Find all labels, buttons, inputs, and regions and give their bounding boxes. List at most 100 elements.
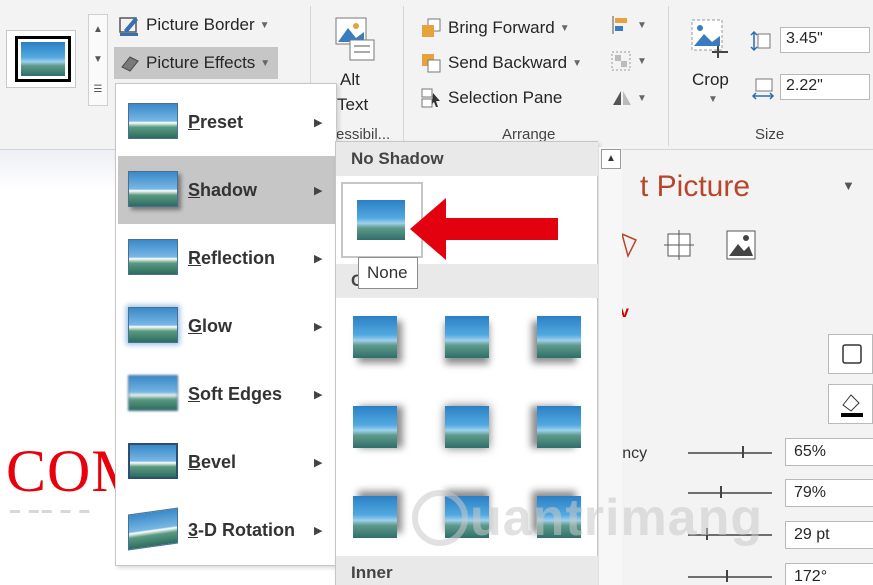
gallery-down-arrow-icon[interactable]: ▼ <box>89 45 107 75</box>
gallery-more-icon[interactable]: ☰ <box>89 75 107 105</box>
menu-item-glow[interactable]: Glow ▶ <box>118 292 335 360</box>
width-input[interactable]: 2.22" <box>780 74 870 100</box>
bring-forward-label: Bring Forward <box>448 18 555 37</box>
fill-line-icon[interactable] <box>620 232 638 263</box>
crop-button-icon-wrap[interactable] <box>688 18 732 62</box>
scroll-up-arrow-icon[interactable]: ▲ <box>601 149 621 169</box>
align-button[interactable]: ▼ <box>610 14 647 36</box>
transparency-slider-thumb[interactable] <box>742 446 744 458</box>
selected-picture-style[interactable] <box>15 36 71 82</box>
menu-item-label: Reflection <box>188 247 276 268</box>
group-button[interactable]: ▼ <box>610 50 647 72</box>
chevron-right-icon: ▶ <box>314 116 323 129</box>
chevron-right-icon: ▶ <box>314 252 323 265</box>
picture-effects-button[interactable]: Picture Effects ▼ <box>114 47 279 79</box>
menu-item-3d-rotation[interactable]: 3-D Rotation ▶ <box>118 496 335 564</box>
height-icon <box>750 28 776 54</box>
menu-item-label: Bevel <box>188 451 237 472</box>
alt-text-icon <box>335 17 375 61</box>
bring-forward-button[interactable]: Bring Forward ▼ <box>420 17 570 39</box>
shadow-outer-preset[interactable] <box>537 316 581 358</box>
crop-icon <box>691 19 728 58</box>
alt-text-label-2: Text <box>337 95 369 114</box>
chevron-right-icon: ▶ <box>314 456 323 469</box>
watermark-text: uantrimang <box>470 489 764 547</box>
angle-input[interactable]: 172° <box>785 563 873 585</box>
transparency-input[interactable]: 65% <box>785 438 873 466</box>
ribbon-divider <box>403 6 404 146</box>
shadow-outer-preset[interactable] <box>445 406 489 448</box>
rotate-button[interactable]: ▼ <box>610 87 647 109</box>
menu-item-label: Soft Edges <box>188 383 283 404</box>
shadow-outer-preset[interactable] <box>353 406 397 448</box>
chevron-down-icon: ▼ <box>259 19 270 31</box>
chevron-down-icon: ▼ <box>637 92 647 104</box>
crop-chevron-down-icon[interactable]: ▼ <box>708 94 718 105</box>
shadow-outer-preset[interactable] <box>353 316 397 358</box>
chevron-down-icon: ▼ <box>559 22 570 34</box>
selection-pane-button[interactable]: Selection Pane <box>420 87 562 109</box>
send-backward-icon <box>422 54 441 73</box>
menu-item-bevel[interactable]: Bevel ▶ <box>118 428 335 496</box>
align-icon <box>612 16 627 34</box>
alt-text-button[interactable] <box>330 12 376 64</box>
selection-pane-icon <box>421 88 440 108</box>
shadow-presets-button[interactable] <box>828 334 873 374</box>
shadow-outer-preset[interactable] <box>353 496 397 538</box>
shadow-square-icon <box>842 344 862 364</box>
picture-border-button[interactable]: Picture Border ▼ <box>118 14 270 36</box>
transparency-slider[interactable] <box>688 452 772 454</box>
menu-item-preset[interactable]: Preset ▶ <box>118 88 335 156</box>
crop-button[interactable]: Crop <box>692 70 729 90</box>
layout-properties-icon[interactable] <box>662 228 696 267</box>
bring-forward-icon <box>422 18 441 37</box>
picture-border-label: Picture Border <box>146 15 255 34</box>
picture-effects-label: Picture Effects <box>146 53 256 72</box>
send-backward-label: Send Backward <box>448 53 568 72</box>
picture-border-icon <box>119 17 138 36</box>
menu-item-reflection[interactable]: Reflection ▶ <box>118 224 335 292</box>
alt-text-label-1: Alt <box>340 70 360 89</box>
menu-item-soft-edges[interactable]: Soft Edges ▶ <box>118 360 335 428</box>
height-input[interactable]: 3.45" <box>780 27 870 53</box>
chevron-right-icon: ▶ <box>314 524 323 537</box>
group-icon <box>611 51 631 71</box>
paint-bucket-icon <box>841 394 863 417</box>
chevron-down-icon: ▼ <box>572 57 582 69</box>
watermark-logo-icon <box>412 490 468 546</box>
chevron-down-icon: ▼ <box>260 57 271 69</box>
picture-settings-icon[interactable] <box>724 228 758 267</box>
shadow-icon <box>128 171 178 207</box>
shadow-color-button[interactable] <box>828 384 873 424</box>
3d-rotation-icon <box>128 507 178 551</box>
red-arrow-icon <box>410 198 558 260</box>
document-faint-text: ▬ ▬▬ ▬ ▬ <box>10 505 93 516</box>
chevron-right-icon: ▶ <box>314 320 323 333</box>
picture-style-gallery[interactable] <box>6 30 76 88</box>
width-icon <box>750 75 776 101</box>
gallery-scrollbar[interactable]: ▲ ▼ ☰ <box>88 14 108 106</box>
reflection-icon <box>128 239 178 275</box>
shadow-outer-preset[interactable] <box>537 406 581 448</box>
menu-item-shadow[interactable]: Shadow ▶ <box>118 156 335 224</box>
angle-slider-thumb[interactable] <box>726 570 728 582</box>
angle-slider[interactable] <box>688 576 772 578</box>
tooltip-none: None <box>358 257 418 289</box>
shadow-outer-preset[interactable] <box>445 316 489 358</box>
no-shadow-thumbnail <box>357 200 405 240</box>
glow-icon <box>128 307 178 343</box>
menu-item-label: Preset <box>188 111 244 132</box>
size-group-label: Size <box>755 126 785 143</box>
bevel-icon <box>128 443 178 479</box>
send-backward-button[interactable]: Send Backward ▼ <box>420 52 582 74</box>
pane-options-chevron-down-icon[interactable]: ▼ <box>842 178 855 193</box>
chevron-down-icon: ▼ <box>637 19 647 31</box>
soft-edges-icon <box>128 375 178 411</box>
inner-shadow-header: Inner <box>336 556 598 585</box>
gallery-up-arrow-icon[interactable]: ▲ <box>89 15 107 45</box>
rotate-icon <box>613 91 631 105</box>
blur-input[interactable]: 29 pt <box>785 521 873 549</box>
size-input[interactable]: 79% <box>785 479 873 507</box>
chevron-down-icon: ▼ <box>637 55 647 67</box>
selection-pane-label: Selection Pane <box>448 88 563 107</box>
